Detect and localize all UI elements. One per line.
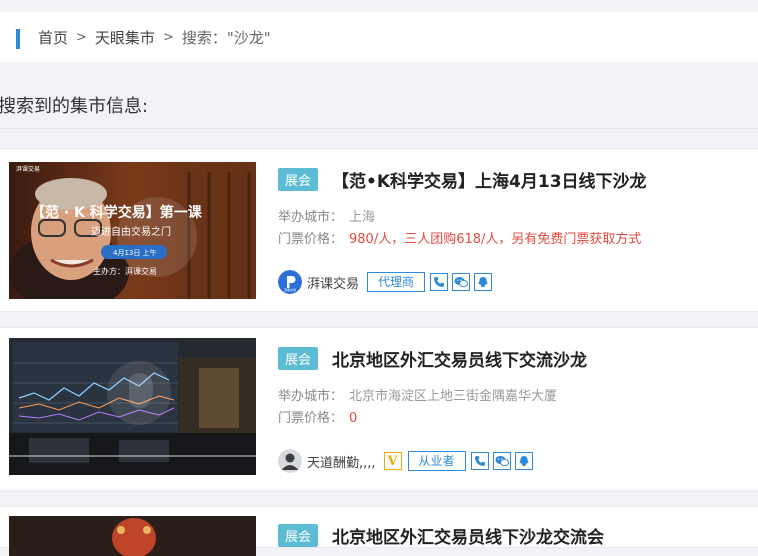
- breadcrumb-market-link[interactable]: 天眼集市: [95, 27, 155, 48]
- event-thumbnail-image: [9, 338, 256, 475]
- price-label: 门票价格：: [278, 232, 344, 247]
- city-value: 上海: [349, 210, 376, 225]
- breadcrumb-separator: >: [76, 29, 87, 45]
- verified-badge: V: [383, 452, 402, 470]
- market-card[interactable]: 展会 北京地区外汇交易员线下交流沙龙 举办城市： 北京市海淀区上地三街金隅嘉华大厦…: [0, 327, 758, 491]
- organizer-avatar[interactable]: [278, 449, 302, 473]
- event-thumbnail[interactable]: 湃课交易 【范 · K 科学交易】第一课 迈进自由交易之门 4月13日 上午 主…: [9, 162, 256, 299]
- event-thumbnail-image: 湃课交易 【范 · K 科学交易】第一课 迈进自由交易之门 4月13日 上午 主…: [9, 162, 256, 299]
- role-badge: 从业者: [407, 451, 466, 471]
- organizer-name-link[interactable]: 天道酬勤,,,,: [307, 452, 376, 471]
- market-card[interactable]: 展会 北京地区外汇交易员线下沙龙交流会: [0, 506, 758, 556]
- thumb-headline: 【范 · K 科学交易】第一课: [31, 204, 203, 221]
- wechat-icon[interactable]: [492, 452, 511, 470]
- organizer-avatar-text: 湃课交易: [284, 287, 296, 292]
- results-heading-bar: 搜索到的集市信息:: [0, 62, 758, 129]
- thumb-subtitle: 迈进自由交易之门: [91, 225, 171, 238]
- thumb-host: 主办方：湃课交易: [93, 266, 157, 276]
- price-label: 门票价格：: [278, 411, 344, 426]
- event-title-link[interactable]: 北京地区外汇交易员线下沙龙交流会: [332, 523, 604, 548]
- city-value: 北京市海淀区上地三街金隅嘉华大厦: [349, 389, 558, 404]
- thumb-brand: 湃课交易: [16, 165, 40, 173]
- breadcrumb: 首页 > 天眼集市 > 搜索："沙龙": [0, 12, 758, 62]
- breadcrumb-separator: >: [162, 29, 174, 45]
- event-type-tag: 展会: [278, 347, 319, 370]
- event-type-tag: 展会: [278, 168, 319, 191]
- qq-icon[interactable]: [474, 273, 493, 291]
- event-title-link[interactable]: 【范•K科学交易】上海4月13日线下沙龙: [332, 167, 647, 192]
- phone-icon[interactable]: [470, 452, 489, 470]
- price-value: 0: [349, 411, 358, 426]
- organizer-avatar[interactable]: 湃课交易: [278, 270, 302, 294]
- market-card[interactable]: 湃课交易 【范 · K 科学交易】第一课 迈进自由交易之门 4月13日 上午 主…: [0, 148, 758, 312]
- event-thumbnail[interactable]: [9, 338, 256, 475]
- breadcrumb-accent-bar: [16, 29, 20, 49]
- city-label: 举办城市：: [278, 389, 344, 404]
- wechat-icon[interactable]: [452, 273, 471, 291]
- role-badge: 代理商: [367, 272, 426, 292]
- results-heading: 搜索到的集市信息:: [0, 96, 149, 117]
- qq-icon[interactable]: [514, 452, 533, 470]
- top-strip: [0, 0, 758, 12]
- breadcrumb-current: 搜索："沙龙": [181, 28, 271, 47]
- price-value: 980/人，三人团购618/人，另有免费门票获取方式: [349, 232, 642, 247]
- phone-icon[interactable]: [430, 273, 449, 291]
- event-thumbnail-image: [9, 516, 256, 556]
- city-label: 举办城市：: [278, 210, 344, 225]
- breadcrumb-home-link[interactable]: 首页: [38, 27, 68, 48]
- organizer-name-link[interactable]: 湃课交易: [307, 273, 359, 292]
- thumb-date: 4月13日 上午: [113, 248, 157, 257]
- event-type-tag: 展会: [278, 524, 319, 547]
- event-title-link[interactable]: 北京地区外汇交易员线下交流沙龙: [332, 346, 587, 371]
- event-thumbnail[interactable]: [9, 516, 256, 556]
